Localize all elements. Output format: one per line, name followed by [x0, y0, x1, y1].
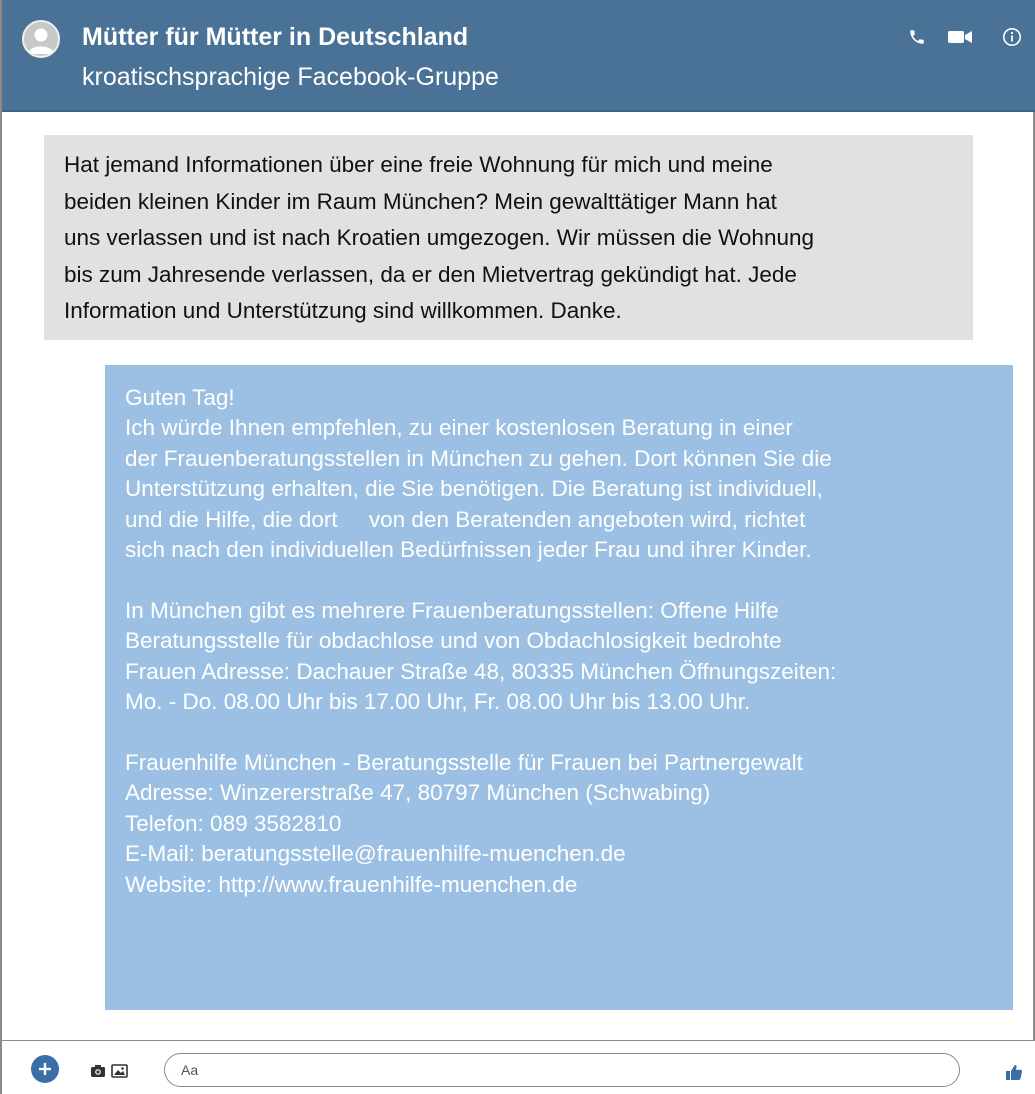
incoming-line: beiden kleinen Kinder im Raum München? M…: [64, 188, 777, 214]
outgoing-line: Beratungsstelle für obdachlose und von O…: [125, 628, 782, 654]
video-call-button[interactable]: [945, 24, 975, 50]
message-input[interactable]: [164, 1053, 960, 1087]
incoming-line: Information und Unterstützung sind willk…: [64, 298, 622, 323]
phone-icon: [910, 30, 924, 44]
chat-title: Mütter für Mütter in Deutschland: [82, 23, 469, 51]
outgoing-line: Telefon: 089 3582810: [125, 810, 342, 836]
chat-window: Mütter für Mütter in Deutschland kroatis…: [0, 0, 1035, 1094]
incoming-line: bis zum Jahresende verlassen, da er den …: [64, 261, 797, 287]
outgoing-line: und die Hilfe, die dort von den Beratend…: [125, 506, 806, 532]
outgoing-line: Website: http://www.frauenhilfe-muenchen…: [125, 871, 578, 897]
chat-subtitle: kroatischsprachige Facebook-Gruppe: [82, 63, 499, 91]
outgoing-message: Guten Tag! Ich würde Ihnen empfehlen, zu…: [105, 365, 1013, 1010]
outgoing-line: Frauenhilfe München - Beratungsstelle fü…: [125, 749, 803, 775]
info-button[interactable]: [997, 24, 1027, 50]
image-icon: [110, 1064, 128, 1078]
outgoing-line: Frauen Adresse: Dachauer Straße 48, 8033…: [125, 658, 837, 684]
camera-icon: [91, 1065, 105, 1077]
outgoing-line: In München gibt es mehrere Frauenberatun…: [125, 597, 779, 623]
incoming-line: Hat jemand Informationen über eine freie…: [64, 152, 773, 177]
outgoing-line: Unterstützung erhalten, die Sie benötige…: [125, 476, 823, 502]
avatar-placeholder-icon: [28, 28, 54, 54]
incoming-line: uns verlassen und ist nach Kroatien umge…: [64, 225, 815, 250]
camera-button[interactable]: [89, 1063, 107, 1079]
outgoing-line: Guten Tag!: [125, 385, 235, 410]
outgoing-line: Adresse: Winzererstraße 47, 80797 Münche…: [125, 780, 711, 806]
outgoing-line: sich nach den individuellen Bedürfnissen…: [125, 537, 812, 563]
thumbs-up-icon: [1006, 1065, 1023, 1080]
outgoing-line: Ich würde Ihnen empfehlen, zu einer kost…: [125, 415, 793, 441]
avatar[interactable]: [22, 20, 60, 58]
gallery-button[interactable]: [110, 1063, 128, 1079]
incoming-message: Hat jemand Informationen über eine freie…: [44, 135, 973, 340]
plus-icon: [39, 1063, 51, 1075]
info-icon: [1003, 28, 1021, 46]
chat-header: Mütter für Mütter in Deutschland kroatis…: [2, 0, 1035, 112]
add-attachment-button[interactable]: [31, 1055, 59, 1083]
outgoing-line: E-Mail: beratungsstelle@frauenhilfe-muen…: [125, 841, 626, 867]
message-composer: [2, 1040, 1035, 1094]
like-button[interactable]: [1005, 1063, 1023, 1081]
outgoing-line: der Frauenberatungsstellen in München zu…: [125, 445, 832, 471]
video-camera-icon: [948, 31, 972, 43]
outgoing-line: Mo. - Do. 08.00 Uhr bis 17.00 Uhr, Fr. 0…: [125, 689, 751, 715]
phone-call-button[interactable]: [902, 24, 932, 50]
